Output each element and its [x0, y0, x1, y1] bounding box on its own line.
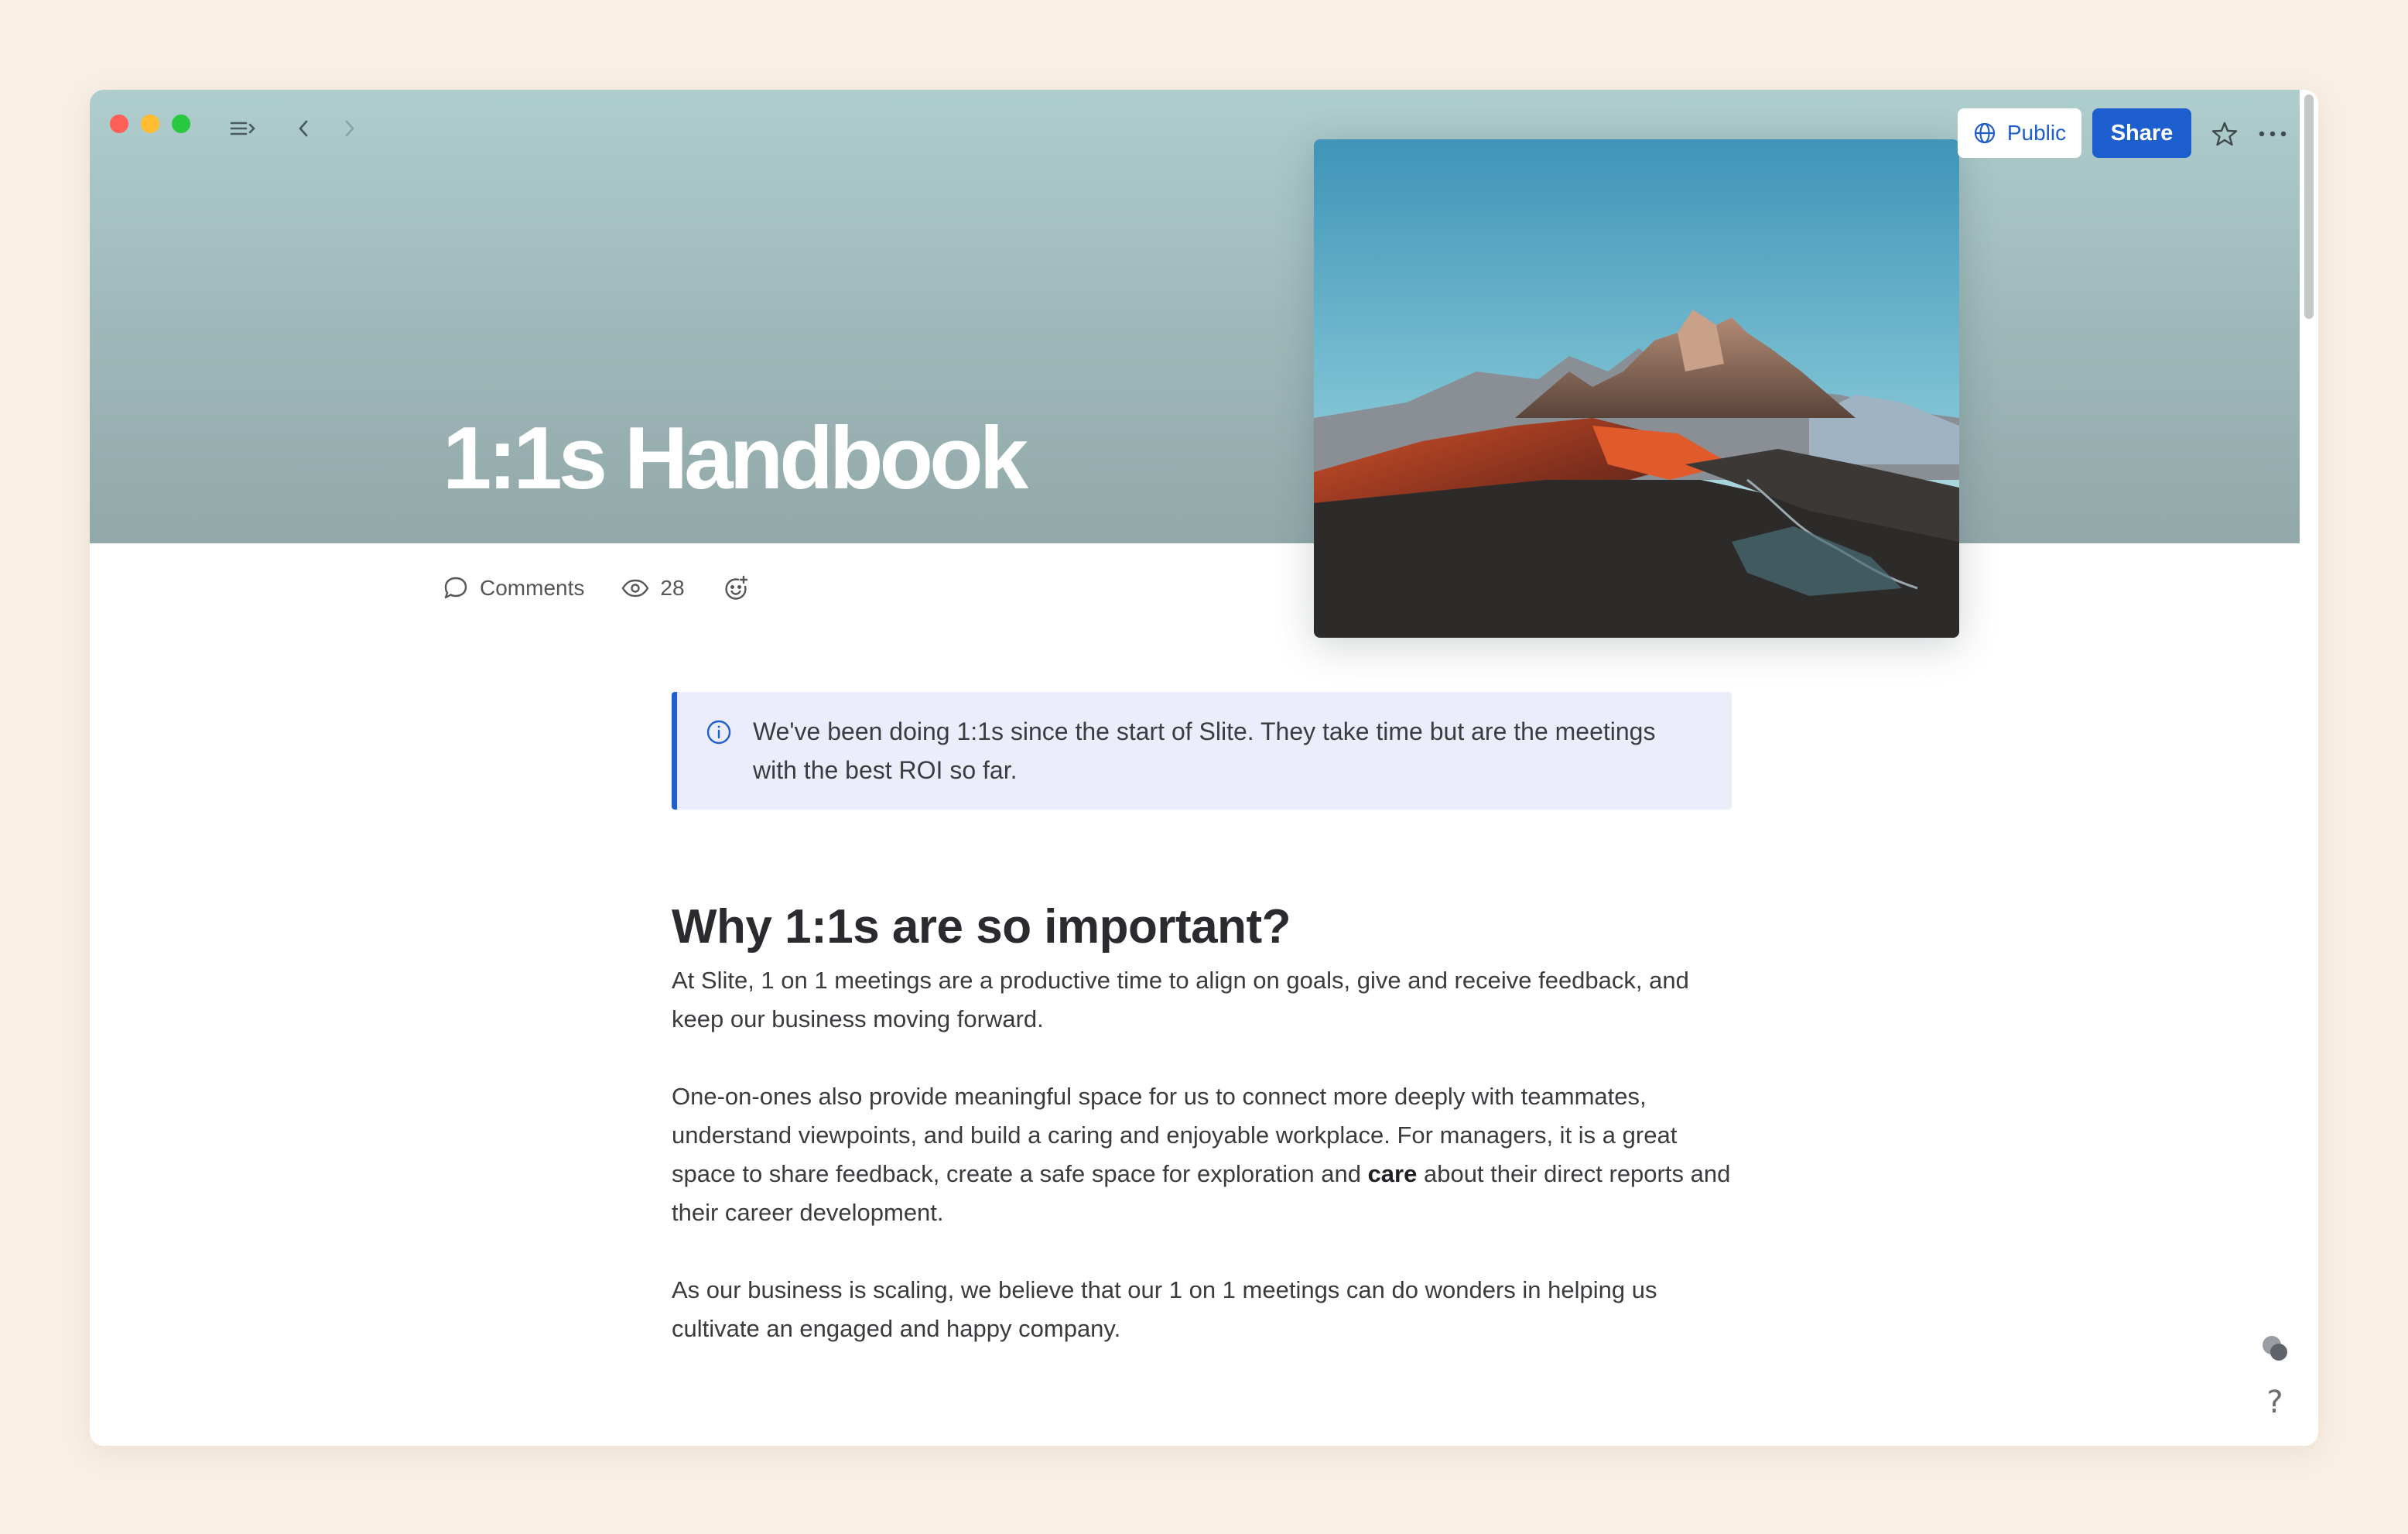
- views-count: 28: [660, 576, 685, 600]
- chevron-left-icon: [299, 120, 308, 137]
- bold-text: care: [1367, 1160, 1418, 1187]
- window-controls: [110, 115, 190, 133]
- close-window-button[interactable]: [110, 115, 128, 133]
- public-label: Public: [2006, 121, 2067, 145]
- maximize-window-button[interactable]: [172, 115, 190, 133]
- chevron-right-icon: [345, 120, 354, 137]
- public-visibility-button[interactable]: Public: [1958, 108, 2081, 158]
- forward-button[interactable]: [334, 113, 365, 144]
- star-icon: [2211, 122, 2238, 146]
- doc-content[interactable]: We've been doing 1:1s since the start of…: [672, 692, 1732, 1348]
- paragraph[interactable]: One-on-ones also provide meaningful spac…: [672, 1077, 1739, 1232]
- info-icon: [706, 720, 731, 745]
- more-options-button[interactable]: [2255, 118, 2290, 150]
- more-horizontal-icon: [2259, 131, 2287, 137]
- minimize-window-button[interactable]: [141, 115, 159, 133]
- comment-icon: [444, 577, 467, 599]
- scrollbar-thumb[interactable]: [2304, 94, 2314, 319]
- favorite-button[interactable]: [2208, 118, 2241, 150]
- avatars-icon: [2263, 1336, 2287, 1361]
- views-counter[interactable]: 28: [621, 576, 685, 601]
- eye-icon: [621, 579, 649, 598]
- paragraph[interactable]: As our business is scaling, we believe t…: [672, 1271, 1739, 1348]
- add-emoji-icon: [724, 575, 747, 600]
- cover-image[interactable]: [1314, 139, 1959, 638]
- callout-text: We've been doing 1:1s since the start of…: [753, 717, 1656, 784]
- mountain-landscape-image: [1314, 139, 1959, 638]
- add-reaction-button[interactable]: [722, 574, 750, 602]
- comments-label: Comments: [480, 576, 585, 600]
- info-callout[interactable]: We've been doing 1:1s since the start of…: [672, 692, 1732, 810]
- paragraph[interactable]: At Slite, 1 on 1 meetings are a producti…: [672, 961, 1739, 1039]
- globe-icon: [1974, 122, 1995, 144]
- section-heading[interactable]: Why 1:1s are so important?: [672, 896, 1732, 958]
- doc-meta-row: Comments 28: [443, 574, 750, 602]
- app-window: 1:1s Handbook Public Share Comments 28 W…: [90, 90, 2318, 1446]
- comments-button[interactable]: Comments: [443, 575, 584, 601]
- page-title[interactable]: 1:1s Handbook: [443, 415, 1028, 503]
- share-button[interactable]: Share: [2092, 108, 2191, 158]
- back-button[interactable]: [288, 113, 319, 144]
- presence-button[interactable]: [2256, 1330, 2293, 1367]
- toggle-sidebar-button[interactable]: [227, 113, 258, 144]
- help-button[interactable]: ?: [2256, 1381, 2293, 1424]
- sidebar-toggle-icon: [230, 122, 255, 135]
